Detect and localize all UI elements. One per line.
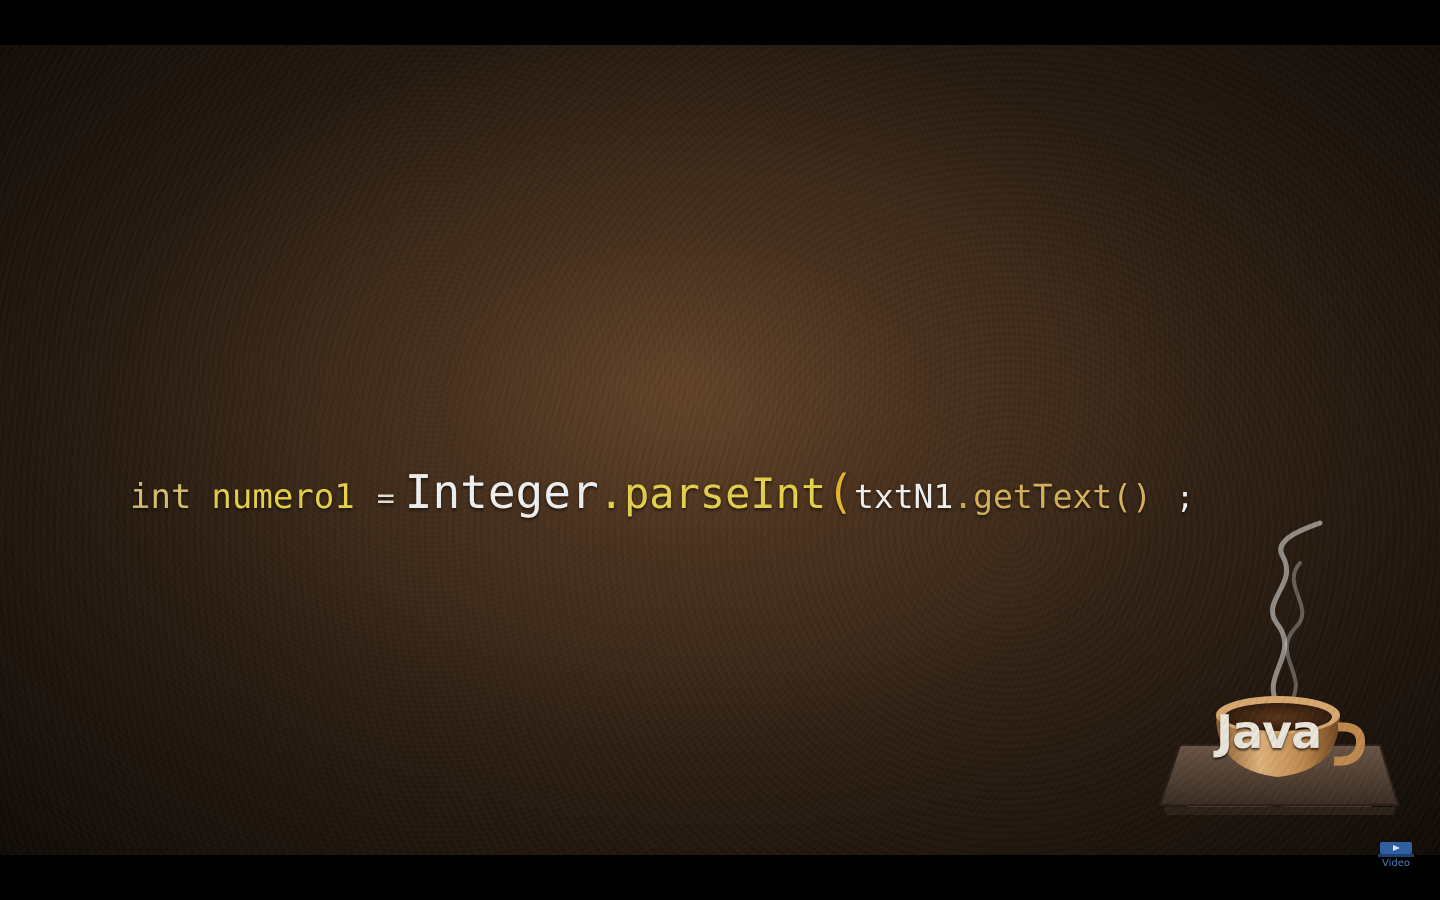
code-method-call: getText() [973, 477, 1152, 516]
java-logo: Java [1150, 515, 1410, 827]
video-watermark: Video [1378, 840, 1414, 870]
code-keyword: int [130, 477, 192, 517]
code-argument: txtN1 [853, 477, 954, 516]
code-operator: = [376, 481, 395, 516]
coffee-cup-icon [1158, 520, 1400, 827]
java-logo-text: Java [1216, 705, 1322, 759]
code-variable: numero1 [211, 477, 355, 517]
video-badge-icon [1378, 842, 1414, 857]
code-method: parseInt [623, 469, 827, 518]
slide-background: int numero1 = Integer . parseInt ( txtN1… [0, 45, 1440, 855]
code-terminator: ; [1175, 481, 1195, 516]
code-dot-2: . [953, 477, 974, 516]
code-line: int numero1 = Integer . parseInt ( txtN1… [130, 465, 1330, 519]
video-watermark-label: Video [1381, 858, 1411, 869]
code-dot: . [598, 469, 624, 518]
video-frame: int numero1 = Integer . parseInt ( txtN1… [0, 0, 1440, 900]
code-class-name: Integer [404, 465, 599, 519]
code-open-paren: ( [826, 465, 854, 519]
